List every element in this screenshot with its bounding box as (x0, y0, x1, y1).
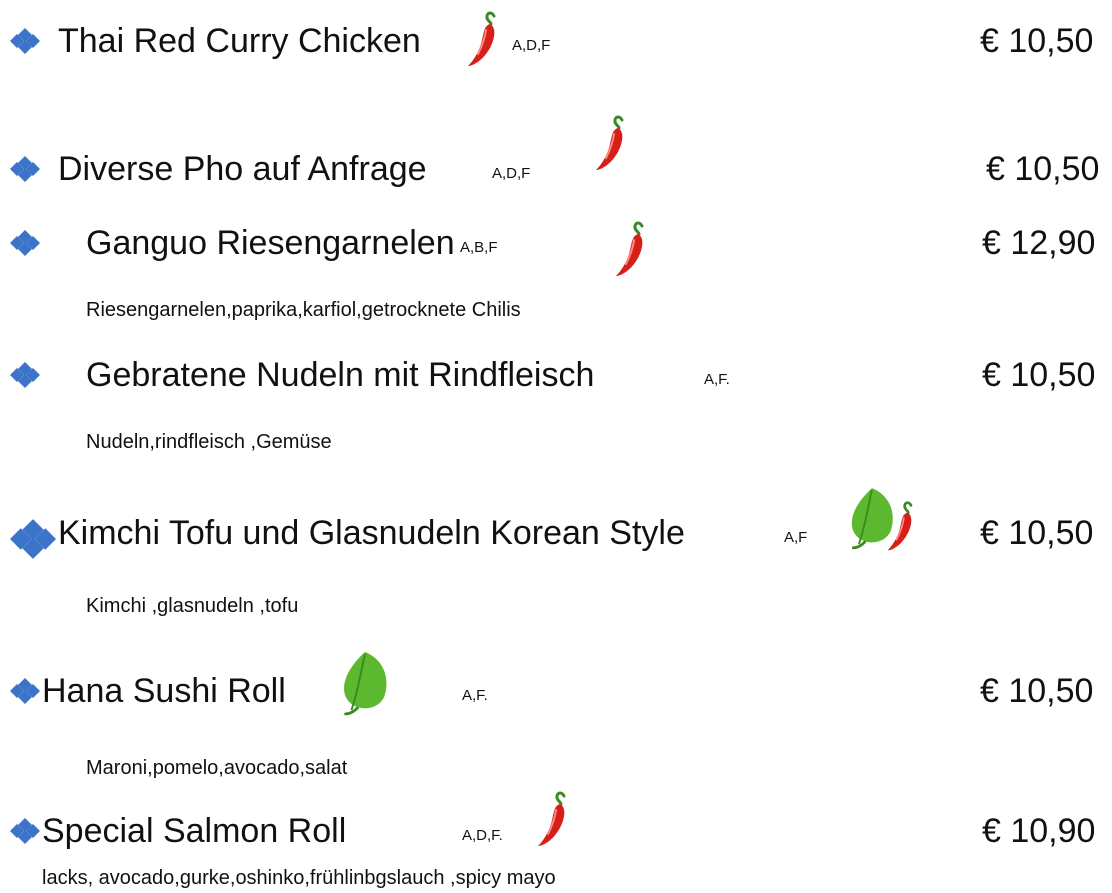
item-name: Diverse Pho auf Anfrage (58, 150, 427, 188)
item-price: € 12,90 (982, 224, 1096, 262)
menu-item: Diverse Pho auf Anfrage A,D,F € 10,50 (0, 142, 1112, 202)
menu-item: Special Salmon Roll A,D,F. € 10,90 (0, 804, 1112, 864)
item-allergens: A,D,F. (462, 827, 503, 844)
diamond-bullet-icon (10, 516, 56, 562)
menu-item: Gebratene Nudeln mit Rindfleisch A,F. € … (0, 348, 1112, 408)
item-allergens: A,F. (462, 687, 488, 704)
diamond-bullet-icon (10, 816, 40, 846)
item-price: € 10,50 (982, 356, 1096, 394)
item-allergens: A,B,F (460, 239, 498, 256)
item-name: Thai Red Curry Chicken (58, 22, 421, 60)
menu-item: Kimchi Tofu und Glasnudeln Korean Style … (0, 506, 1112, 566)
chili-icon (612, 220, 652, 280)
item-price: € 10,50 (980, 514, 1094, 552)
item-allergens: A,F. (704, 371, 730, 388)
item-price: € 10,50 (980, 22, 1094, 60)
item-description: Kimchi ,glasnudeln ,tofu (86, 595, 299, 617)
menu-item: Ganguo Riesengarnelen A,B,F € 12,90 (0, 216, 1112, 276)
menu-item: Hana Sushi Roll A,F. € 10,50 (0, 664, 1112, 724)
item-name: Gebratene Nudeln mit Rindfleisch (86, 356, 595, 394)
item-description: Maroni,pomelo,avocado,salat (86, 757, 348, 779)
chili-icon (534, 790, 574, 850)
item-description: Nudeln,rindfleisch ,Gemüse (86, 431, 332, 453)
item-description: Riesengarnelen,paprika,karfiol,getrockne… (86, 299, 521, 321)
diamond-bullet-icon (10, 228, 40, 258)
chili-icon (592, 114, 632, 174)
leaf-icon (336, 648, 394, 716)
diamond-bullet-icon (10, 26, 40, 56)
diamond-bullet-icon (10, 154, 40, 184)
chili-icon (884, 500, 920, 554)
item-allergens: A,D,F (492, 165, 531, 182)
item-allergens: A,D,F (512, 37, 551, 54)
diamond-bullet-icon (10, 676, 40, 706)
item-price: € 10,90 (982, 812, 1096, 850)
diamond-bullet-icon (10, 360, 40, 390)
item-price: € 10,50 (980, 672, 1094, 710)
item-name: Special Salmon Roll (42, 812, 347, 850)
item-allergens: A,F (784, 529, 808, 546)
item-price: € 10,50 (986, 150, 1100, 188)
item-description: lacks, avocado,gurke,oshinko,frühlinbgsl… (42, 867, 556, 889)
chili-icon (464, 10, 504, 70)
menu-item: Thai Red Curry Chicken A,D,F € 10,50 (0, 14, 1112, 74)
item-name: Hana Sushi Roll (42, 672, 286, 710)
item-name: Kimchi Tofu und Glasnudeln Korean Style (58, 514, 685, 552)
item-name: Ganguo Riesengarnelen (86, 224, 455, 262)
